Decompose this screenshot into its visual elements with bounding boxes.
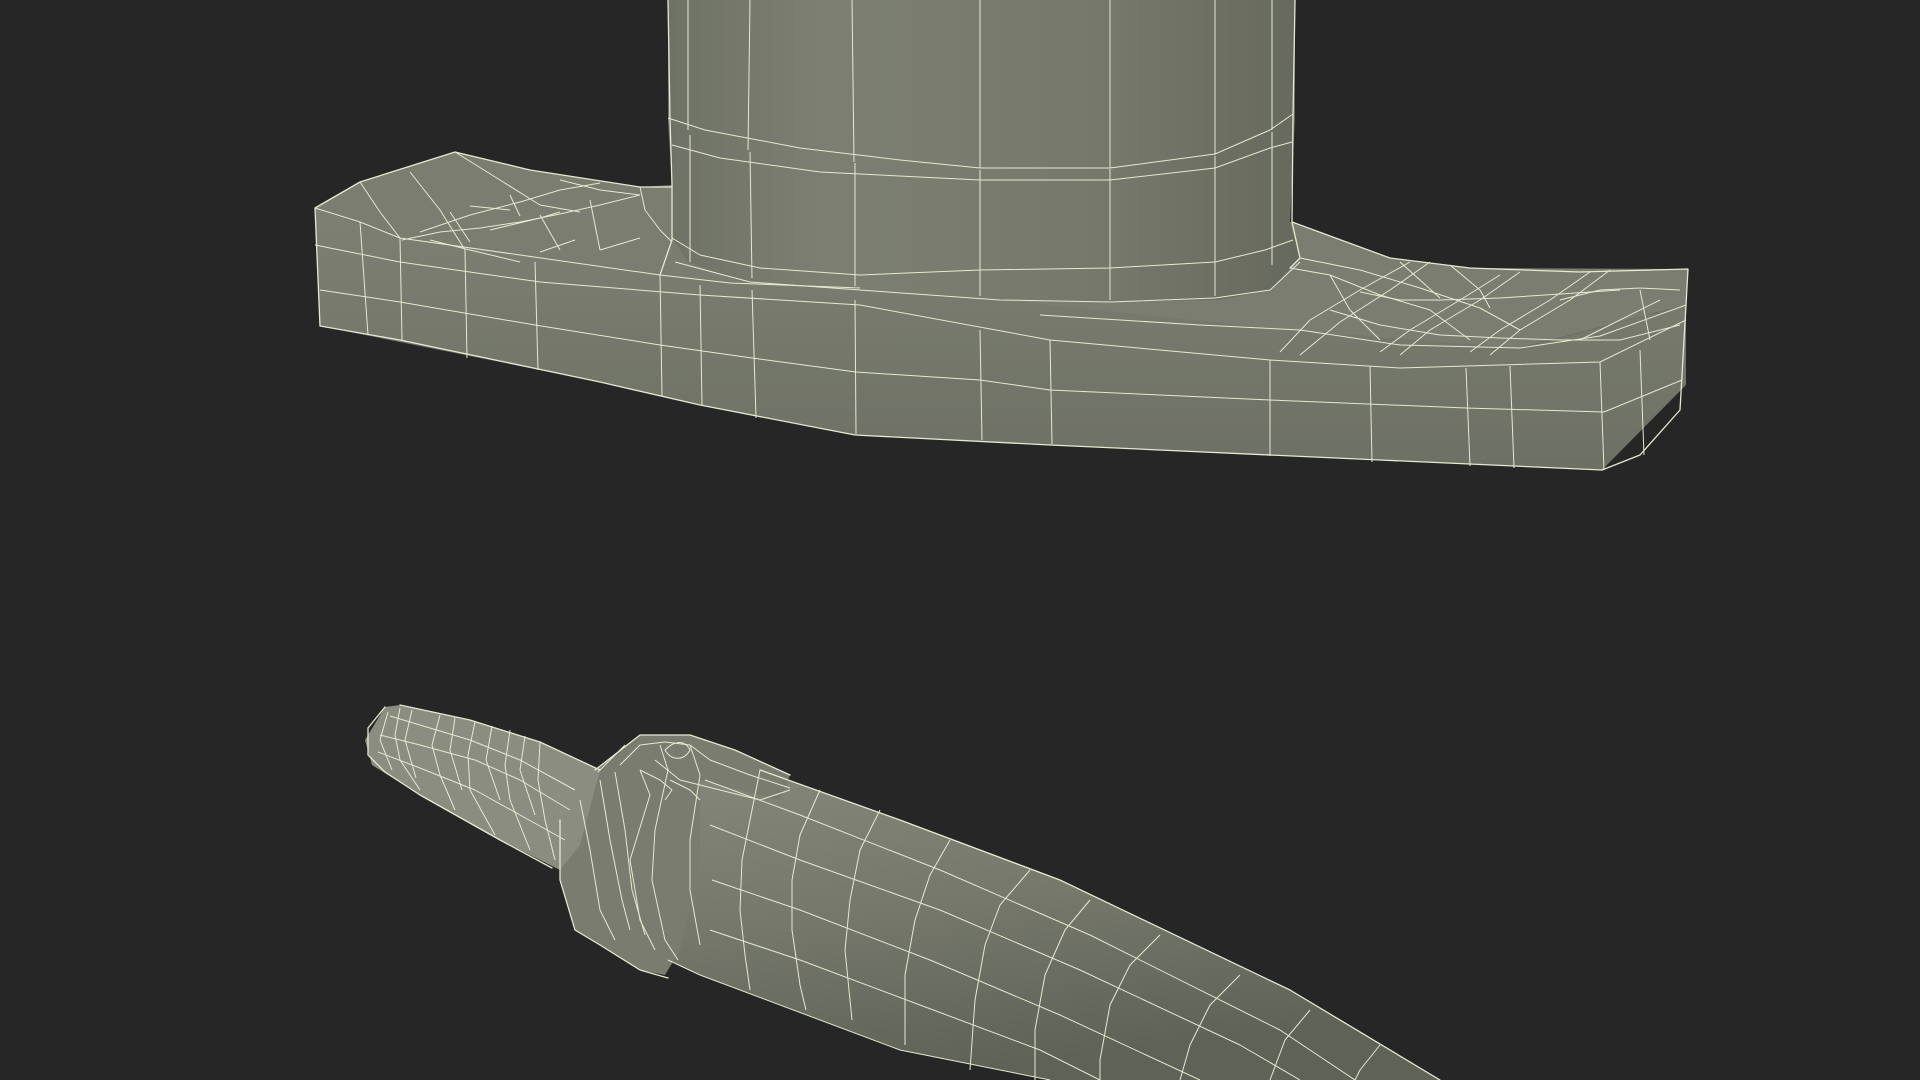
syringe-tip-mesh[interactable] [365,704,1441,1080]
viewport-canvas[interactable] [0,0,1920,1080]
plunger-head-mesh[interactable] [314,0,1689,471]
